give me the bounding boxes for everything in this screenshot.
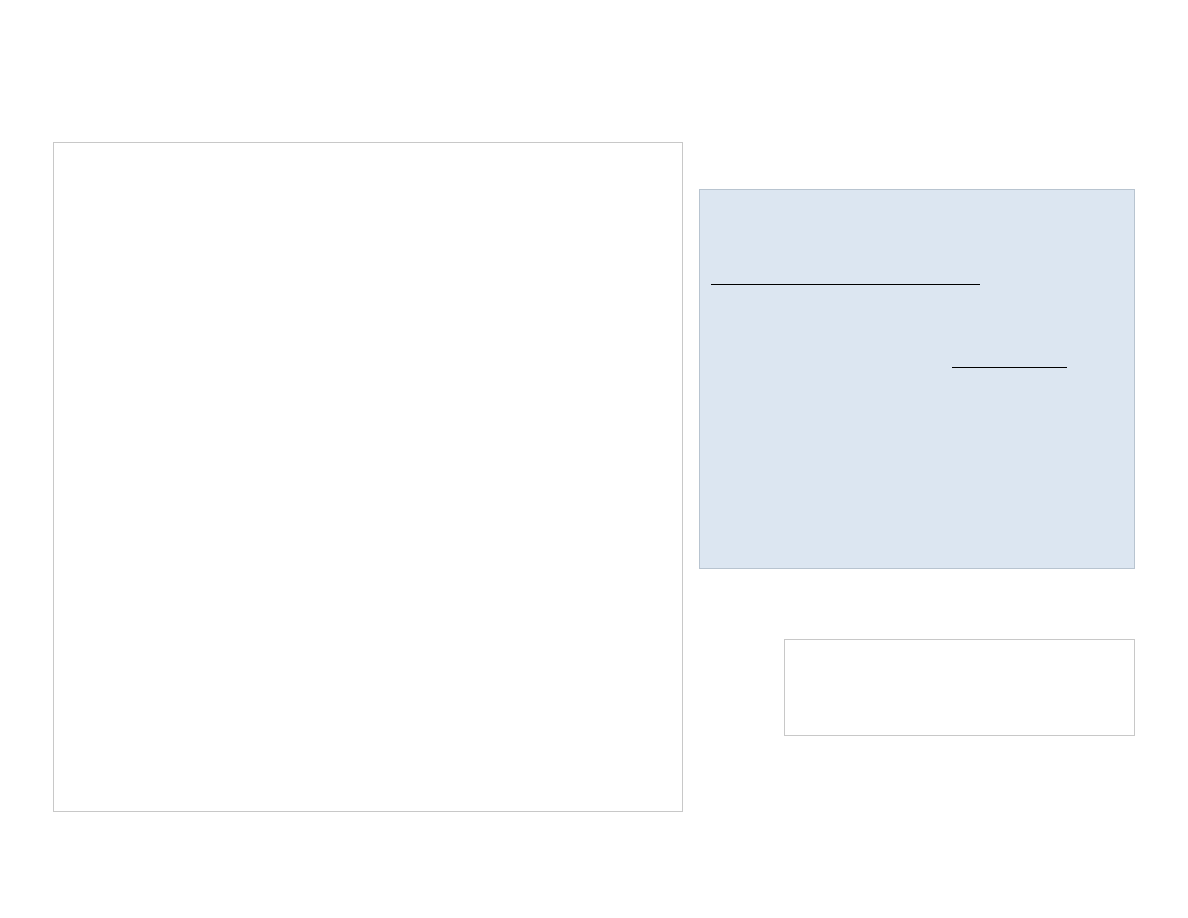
- empty-text-box: [784, 639, 1135, 736]
- info-panel: [699, 189, 1135, 569]
- blank-underline-field: [952, 367, 1067, 368]
- blank-underline-field: [711, 284, 980, 285]
- main-content-panel: [53, 142, 683, 812]
